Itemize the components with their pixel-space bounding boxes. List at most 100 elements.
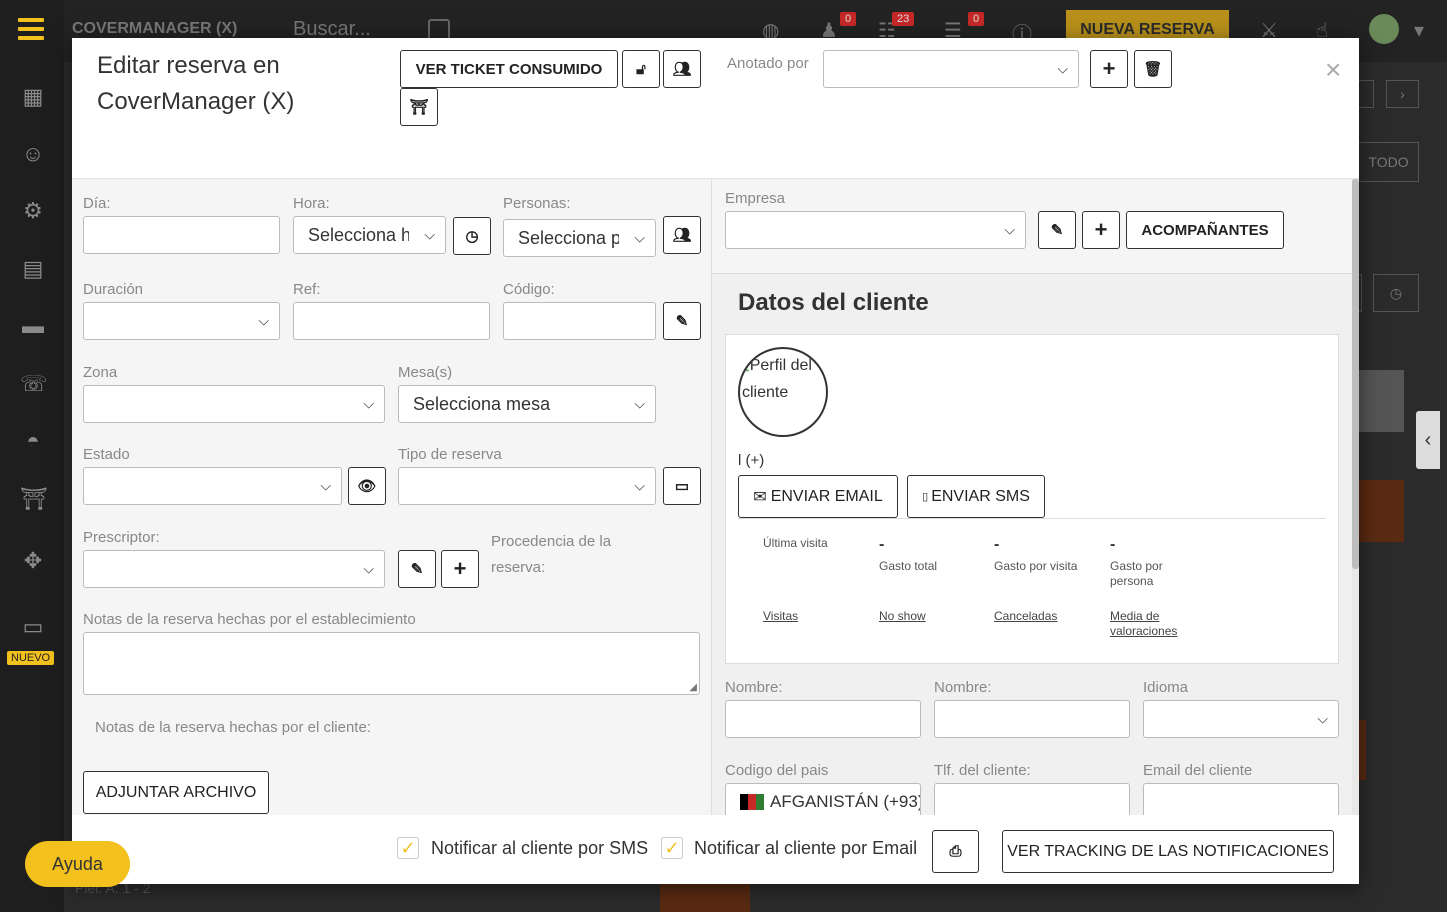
edit-icon[interactable]: ✎ [1038,211,1076,249]
badge-count: 23 [892,12,915,26]
clock-icon[interactable]: ◷ [1373,274,1419,312]
afghanistan-flag-icon [740,794,764,810]
annotated-by-label: Anotado por [727,55,809,72]
prescriptor-select[interactable]: ⌵ [83,550,385,588]
eye-icon[interactable]: 👁︎ [348,467,386,505]
email-input[interactable] [1143,783,1339,815]
modal-scrollbar[interactable] [1352,179,1359,815]
edit-icon[interactable]: ✎ [398,550,436,588]
client-panel: Empresa ⌵ ✎ + ACOMPAÑANTES Datos del cli… [711,179,1352,815]
valoraciones-link[interactable]: Media de valoraciones [1110,609,1200,639]
add-icon[interactable]: + [441,550,479,588]
menu-icon[interactable] [18,18,44,40]
bg-table [1358,480,1404,542]
chevron-down-icon: ⌵ [1004,221,1015,238]
bg-prev-button[interactable] [1358,80,1374,108]
empresa-select[interactable]: ⌵ [725,211,1026,249]
client-card: ◣Perfil del cliente l (+) ✉ ENVIAR EMAIL … [725,334,1339,664]
attach-file-button[interactable]: ADJUNTAR ARCHIVO [83,771,269,814]
estado-select[interactable]: ⌵ [83,467,342,505]
noshow-link[interactable]: No show [879,609,926,624]
codigo-label: Código: [503,281,555,298]
user-avatar[interactable] [1369,14,1399,44]
nombre-label: Nombre: [725,679,783,696]
codigo-input[interactable] [503,302,656,340]
idioma-select[interactable]: ⌵ [1143,700,1339,738]
users-icon[interactable]: 👥︎ [663,50,701,88]
annotated-by-select[interactable]: ⌵ [823,50,1079,88]
ref-input[interactable] [293,302,490,340]
tlf-label: Tlf. del cliente: [934,762,1031,779]
notas-establecimiento-label: Notas de la reserva hechas por el establ… [83,611,416,628]
chevron-down-icon: ⌵ [634,395,645,412]
print-icon[interactable]: ⎙ [932,830,979,873]
tracking-button[interactable]: VER TRACKING DE LAS NOTIFICACIONES [1002,830,1334,873]
notas-establecimiento-textarea[interactable]: ◢ [83,632,700,695]
truck-icon[interactable]: ▬ [20,313,46,339]
dia-input[interactable] [83,216,280,254]
gear-icon[interactable]: ⚙ [20,198,46,224]
add-icon[interactable]: + [1082,211,1120,249]
unlock-icon[interactable]: 🔓︎ [622,50,660,88]
empresa-label: Empresa [725,190,786,207]
face-icon[interactable]: ☺ [20,141,46,167]
procedencia-label: Procedencia de la reserva: [491,533,612,576]
ref-label: Ref: [293,281,321,298]
add-icon[interactable]: + [1090,50,1128,88]
edit-icon[interactable]: ✎ [663,302,701,340]
client-name: l (+) [738,452,765,469]
scrollbar-thumb[interactable] [1352,179,1359,569]
close-icon[interactable]: × [1325,56,1341,84]
bg-next-button[interactable]: › [1386,80,1419,108]
sms-notify-checkbox[interactable]: ✓ [397,837,419,859]
zona-select[interactable]: ⌵ [83,385,385,423]
credit-card-icon[interactable]: ▭ [663,467,701,505]
resize-grip-icon[interactable]: ◢ [689,682,697,693]
visitas-link[interactable]: Visitas [763,609,798,624]
chevron-down-icon: ⌵ [363,560,374,577]
gate-icon[interactable]: ⛩︎ [400,88,438,126]
nombre-input[interactable] [725,700,921,738]
todo-button[interactable]: TODO [1358,142,1419,182]
tipo-select[interactable]: ⌵ [398,467,656,505]
calendar-icon[interactable]: ▦ [20,84,46,110]
panel-toggle-icon[interactable]: ‹ [1416,411,1440,469]
chevron-down-icon: ⌵ [363,395,374,412]
ticket-icon[interactable]: ▭ [20,614,46,640]
gate-icon[interactable]: ⛩ [20,486,48,512]
modal-title: Editar reserva en CoverManager (X) [97,52,295,115]
personas-select[interactable]: Selecciona pax⌵ [503,219,656,257]
users-icon[interactable]: 👥︎ [663,216,701,254]
envelope-icon: ✉ [753,488,767,506]
view-ticket-button[interactable]: VER TICKET CONSUMIDO [400,50,618,88]
apellido-input[interactable] [934,700,1130,738]
bell-tray-icon[interactable]: ◓ [20,428,46,454]
modal-footer: ✓ Notificar al cliente por SMS ✓ Notific… [72,815,1359,884]
trash-icon[interactable]: 🗑︎ [1134,50,1172,88]
codigo-pais-select[interactable]: AFGANISTÁN (+93) [725,783,921,815]
chevron-down-icon[interactable]: ▾ [1414,18,1424,43]
companions-button[interactable]: ACOMPAÑANTES [1126,211,1284,249]
tipo-label: Tipo de reserva [398,446,502,463]
estado-label: Estado [83,446,130,463]
phone-icon[interactable]: ☏ [20,371,48,397]
sidebar: ▦ ☺ ⚙ ▤ ▬ ☏ ◓ ⛩ ✥ ▭ NUEVO [0,0,64,912]
email-notify-checkbox[interactable]: ✓ [661,837,683,859]
puzzle-icon[interactable]: ✥ [20,548,46,574]
idioma-label: Idioma [1143,679,1189,696]
help-button[interactable]: Ayuda [25,841,130,887]
chevron-down-icon: ⌵ [1057,60,1068,77]
tlf-input[interactable] [934,783,1130,815]
mesas-label: Mesa(s) [398,364,453,381]
brand-name[interactable]: COVERMANAGER (X) [72,20,237,38]
hora-select[interactable]: Selecciona hora⌵ [293,216,446,254]
clock-icon[interactable]: ◷ [453,217,491,255]
chart-icon[interactable]: ▤ [20,256,46,282]
send-email-button[interactable]: ✉ ENVIAR EMAIL [738,475,898,518]
mesas-select[interactable]: Selecciona mesa ⌵ [398,385,656,423]
send-sms-button[interactable]: ▯ ENVIAR SMS [907,475,1045,518]
apellido-label: Nombre: [934,679,992,696]
canceladas-link[interactable]: Canceladas [994,609,1057,624]
duracion-select[interactable]: ⌵ [83,302,280,340]
divider [738,518,1326,519]
